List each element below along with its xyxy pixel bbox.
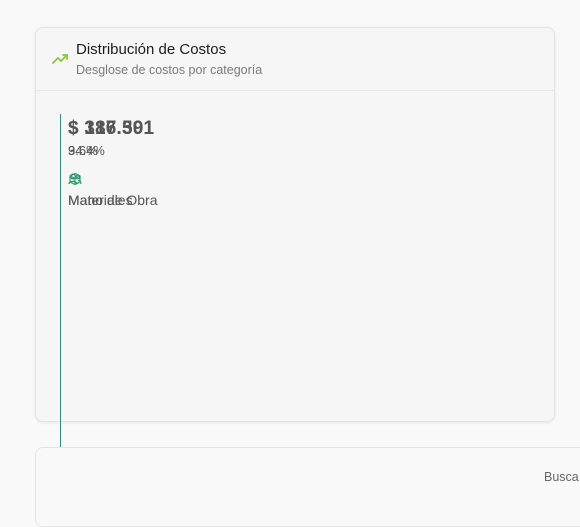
category-item-mano-de-obra: $ 317.391 94.4% Mano de Obra xyxy=(68,118,158,208)
cost-distribution-card: Distribución de Costos Desglose de costo… xyxy=(35,27,555,422)
search-label[interactable]: Busca xyxy=(544,470,579,484)
timeline-line xyxy=(60,114,61,460)
card-title: Distribución de Costos xyxy=(76,41,227,58)
lower-panel: Busca xyxy=(35,447,580,527)
category-amount: $ 317.391 xyxy=(68,118,155,139)
card-header: Distribución de Costos Desglose de costo… xyxy=(36,28,554,91)
category-percent: 94.4% xyxy=(68,143,105,158)
category-label: Mano de Obra xyxy=(68,192,158,208)
trend-up-icon xyxy=(52,54,68,64)
card-subtitle: Desglose de costos por categoría xyxy=(76,63,263,77)
users-icon xyxy=(68,173,82,185)
